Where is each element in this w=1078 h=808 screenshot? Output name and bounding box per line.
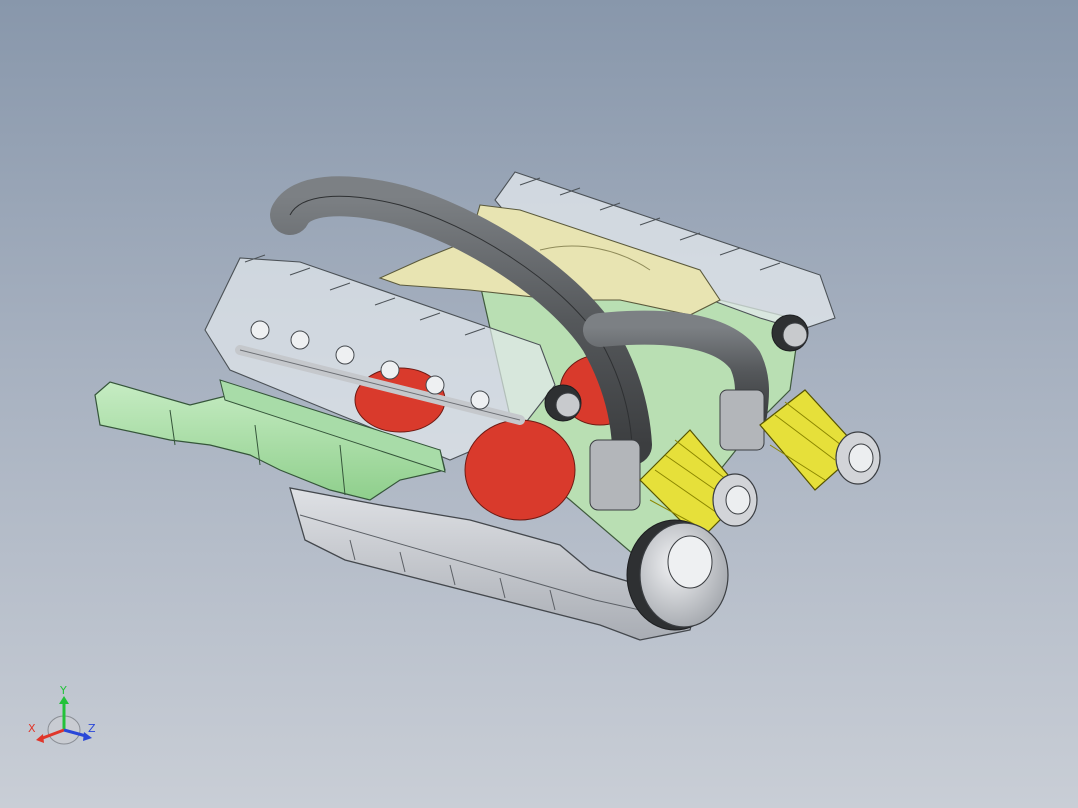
tube-coupler-front[interactable]	[589, 439, 641, 511]
graphics-viewport[interactable]: Y X Z	[0, 0, 1078, 808]
y-axis-label: Y	[59, 684, 67, 697]
tube-coupler-rear[interactable]	[719, 389, 765, 451]
idler-pulley-left[interactable]	[544, 384, 582, 422]
x-axis-label: X	[28, 722, 36, 735]
engine-model[interactable]	[0, 0, 1078, 808]
x-axis-head-icon	[36, 734, 44, 743]
z-axis-label: Z	[88, 722, 96, 735]
crank-pulley[interactable]	[626, 519, 729, 631]
coordinate-triad: Y X Z	[24, 684, 114, 754]
air-filter-rear[interactable]	[759, 389, 881, 491]
idler-pulley-right[interactable]	[771, 314, 809, 352]
y-axis-head-icon	[59, 696, 69, 704]
